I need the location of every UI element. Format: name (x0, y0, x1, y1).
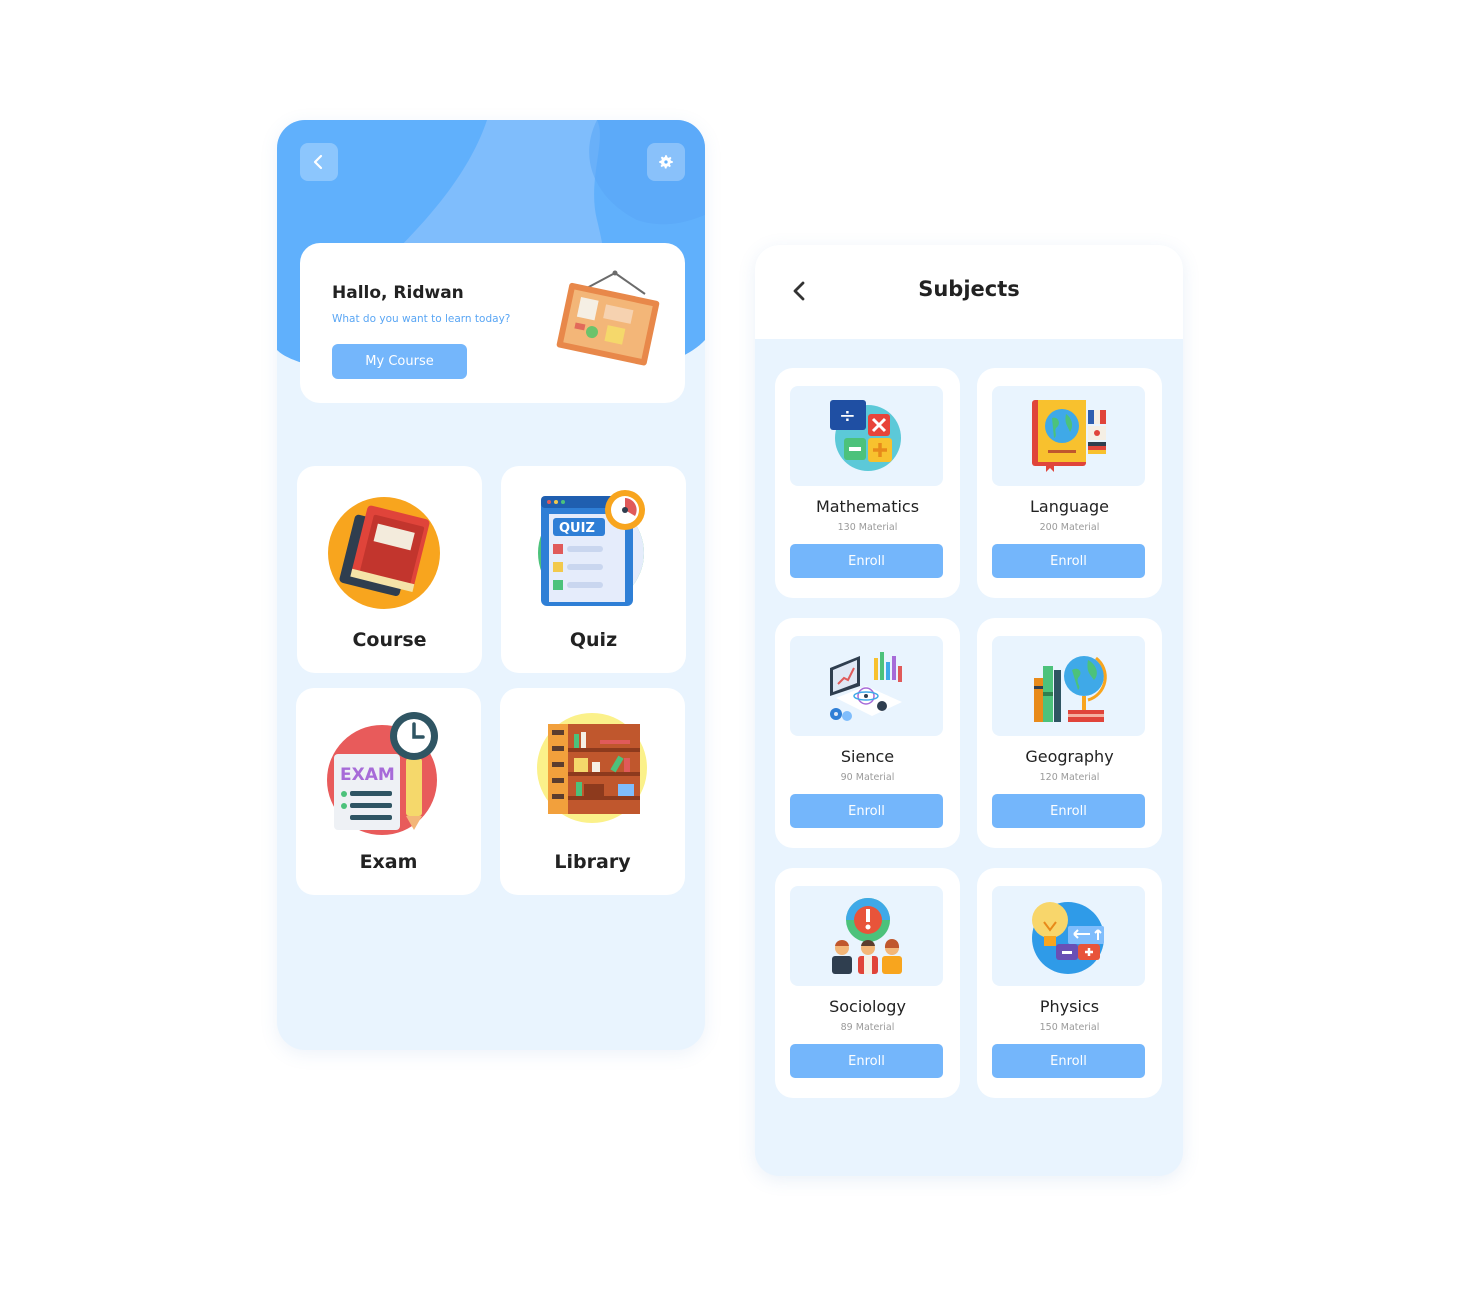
course-label: Course (352, 629, 427, 651)
subject-name: Sience (840, 747, 895, 766)
subject-card-sociology: Sociology 89 Material Enroll (775, 868, 960, 1098)
library-label: Library (554, 851, 631, 873)
chevron-left-icon (313, 154, 323, 170)
language-icon (1032, 400, 1106, 472)
lightbulb-icon (1032, 902, 1104, 974)
subject-material-count: 130 Material (837, 522, 898, 533)
globe-icon (1034, 656, 1107, 722)
subject-material-count: 89 Material (840, 1022, 895, 1033)
subject-card-science: Sience 90 Material Enroll (775, 618, 960, 848)
course-card[interactable]: Course (297, 466, 482, 673)
math-icon: ÷ (830, 400, 901, 471)
subject-thumbnail (992, 886, 1145, 986)
science-icon (830, 652, 902, 721)
my-course-button[interactable]: My Course (332, 344, 467, 379)
greeting-title: Hallo, Ridwan (332, 283, 464, 303)
enroll-button[interactable]: Enroll (992, 544, 1145, 578)
subject-name: Physics (1039, 997, 1100, 1016)
subject-material-count: 120 Material (1039, 772, 1100, 783)
people-icon (832, 898, 902, 974)
exam-label: Exam (359, 851, 418, 873)
quiz-icon: QUIZ (538, 490, 645, 606)
page-title: Subjects (918, 277, 1020, 301)
subject-material-count: 200 Material (1039, 522, 1100, 533)
subjects-screen: Subjects ÷ Mathematics 130 Material Enro… (755, 245, 1183, 1176)
enroll-button[interactable]: Enroll (790, 544, 943, 578)
greeting-card: Hallo, Ridwan What do you want to learn … (300, 243, 685, 403)
enroll-button[interactable]: Enroll (790, 794, 943, 828)
svg-text:÷: ÷ (839, 403, 856, 427)
subject-thumbnail (992, 636, 1145, 736)
enroll-button[interactable]: Enroll (992, 1044, 1145, 1078)
books-icon (328, 497, 440, 609)
subject-name: Language (1030, 497, 1109, 516)
gear-icon (659, 155, 673, 169)
back-button[interactable] (300, 143, 338, 181)
greeting-subtitle: What do you want to learn today? (332, 313, 511, 325)
enroll-button[interactable]: Enroll (790, 1044, 943, 1078)
svg-text:EXAM: EXAM (340, 765, 395, 785)
enroll-button[interactable]: Enroll (992, 794, 1145, 828)
library-card[interactable]: Library (500, 688, 685, 895)
subject-card-language: Language 200 Material Enroll (977, 368, 1162, 598)
quiz-card[interactable]: QUIZ Quiz (501, 466, 686, 673)
home-screen: Hallo, Ridwan What do you want to learn … (277, 120, 705, 1050)
bookshelf-icon (537, 713, 647, 823)
quiz-label: Quiz (569, 629, 618, 651)
subject-thumbnail (790, 636, 943, 736)
subject-thumbnail (790, 886, 943, 986)
subject-material-count: 150 Material (1039, 1022, 1100, 1033)
subject-name: Mathematics (815, 497, 920, 516)
subject-material-count: 90 Material (840, 772, 895, 783)
subjects-header: Subjects (755, 245, 1183, 339)
subject-name: Sociology (829, 997, 906, 1016)
subject-thumbnail (992, 386, 1145, 486)
subject-thumbnail: ÷ (790, 386, 943, 486)
exam-icon: EXAM (327, 712, 438, 835)
svg-text:QUIZ: QUIZ (559, 521, 595, 536)
subject-card-geography: Geography 120 Material Enroll (977, 618, 1162, 848)
subject-card-physics: Physics 150 Material Enroll (977, 868, 1162, 1098)
exam-card[interactable]: EXAM Exam (296, 688, 481, 895)
corkboard-icon (556, 270, 660, 366)
subject-card-mathematics: ÷ Mathematics 130 Material Enroll (775, 368, 960, 598)
settings-button[interactable] (647, 143, 685, 181)
subject-name: Geography (1025, 747, 1114, 766)
